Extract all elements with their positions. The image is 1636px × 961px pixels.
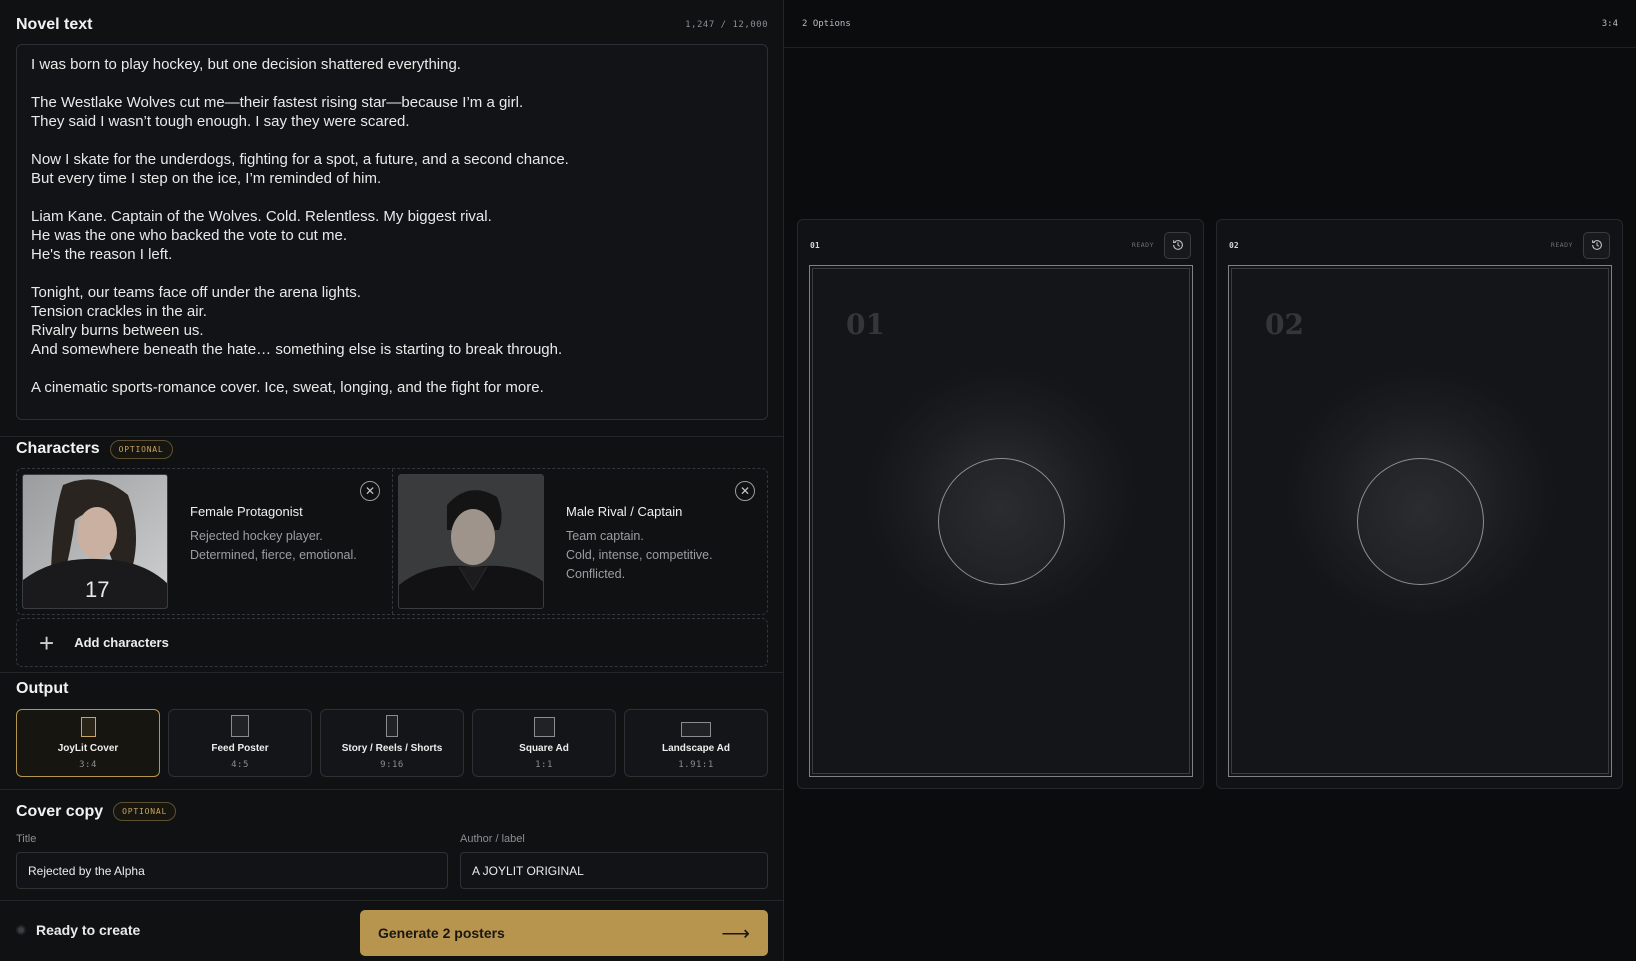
format-ratio: 1:1: [535, 760, 553, 770]
placeholder-orb: [938, 458, 1065, 585]
title-field-label: Title: [16, 833, 37, 845]
title-input[interactable]: [16, 852, 448, 889]
options-count: 2 Options: [802, 18, 851, 29]
ratio-4-5-icon: [231, 715, 249, 737]
character-counter: 1,247 / 12,000: [685, 20, 768, 30]
divider: [0, 789, 784, 790]
poster-status: READY: [1550, 241, 1573, 249]
generate-label: Generate 2 posters: [378, 925, 505, 941]
plus-icon: +: [39, 627, 55, 658]
cover-copy-header: Cover copy OPTIONAL: [16, 802, 177, 821]
generate-button[interactable]: Generate 2 posters ⟶: [360, 910, 768, 956]
close-icon: ✕: [364, 484, 376, 498]
poster-option-card[interactable]: 02 READY 02: [1216, 219, 1623, 789]
character-name: Female Protagonist: [190, 504, 303, 519]
status-dot: [16, 925, 26, 935]
poster-number: 01: [810, 240, 820, 250]
placeholder-orb: [1357, 458, 1484, 585]
history-icon: [1172, 240, 1183, 250]
poster-header: 01 READY: [810, 231, 1191, 259]
character-portrait-female: 17: [22, 474, 168, 609]
characters-list: 17 Female Protagonist Rejected hockey pl…: [16, 468, 768, 615]
ratio-landscape-icon: [681, 722, 711, 737]
jersey-number: 17: [85, 577, 109, 602]
preview-ratio: 3:4: [1601, 18, 1618, 29]
novel-textarea[interactable]: I was born to play hockey, but one decis…: [16, 44, 768, 420]
format-option-square-ad[interactable]: Square Ad 1:1: [472, 709, 616, 777]
arrow-right-icon: ⟶: [721, 922, 750, 945]
close-icon: ✕: [739, 484, 751, 498]
history-button[interactable]: [1583, 231, 1610, 259]
poster-header: 02 READY: [1229, 231, 1610, 259]
preview-header: 2 Options 3:4: [784, 0, 1636, 48]
cover-copy-title: Cover copy: [16, 802, 104, 820]
characters-header: Characters OPTIONAL: [16, 438, 173, 460]
format-label: Square Ad: [519, 743, 569, 754]
format-label: Feed Poster: [211, 743, 269, 754]
character-info: Male Rival / Captain Team captain. Cold,…: [544, 474, 713, 609]
poster-watermark-number: 01: [846, 308, 885, 341]
character-description: Team captain. Cold, intense, competitive…: [566, 529, 713, 581]
remove-character-button[interactable]: ✕: [360, 481, 380, 501]
character-description: Rejected hockey player. Determined, fier…: [190, 529, 357, 562]
format-option-joylit-cover[interactable]: JoyLit Cover 3:4: [16, 709, 160, 777]
character-card[interactable]: Male Rival / Captain Team captain. Cold,…: [392, 469, 767, 614]
format-label: Story / Reels / Shorts: [341, 743, 443, 754]
ratio-9-16-icon: [386, 715, 398, 737]
format-ratio: 9:16: [380, 760, 404, 770]
character-card[interactable]: 17 Female Protagonist Rejected hockey pl…: [17, 469, 392, 614]
history-button[interactable]: [1164, 231, 1191, 259]
status-label: Ready to create: [36, 922, 141, 938]
editor-panel: Novel text 1,247 / 12,000 I was born to …: [0, 0, 784, 961]
character-name: Male Rival / Captain: [566, 504, 683, 519]
format-label: JoyLit Cover: [57, 743, 119, 754]
optional-badge: OPTIONAL: [113, 802, 177, 821]
poster-canvas: 01: [809, 265, 1193, 777]
output-format-options: JoyLit Cover 3:4 Feed Poster 4:5 Story /…: [16, 709, 768, 777]
preview-panel: 2 Options 3:4 01 READY 01 02 READY 02: [784, 0, 1636, 961]
add-characters-button[interactable]: + Add characters: [16, 618, 768, 667]
poster-controls: READY: [1131, 231, 1191, 259]
divider: [0, 436, 784, 437]
format-ratio: 4:5: [231, 760, 249, 770]
poster-watermark-number: 02: [1265, 308, 1304, 341]
character-info: Female Protagonist Rejected hockey playe…: [168, 474, 357, 609]
poster-number: 02: [1229, 240, 1239, 250]
author-field-label: Author / label: [460, 833, 525, 845]
divider: [0, 900, 784, 901]
poster-canvas: 02: [1228, 265, 1612, 777]
characters-title: Characters: [16, 440, 100, 457]
remove-character-button[interactable]: ✕: [735, 481, 755, 501]
poster-status: READY: [1131, 241, 1154, 249]
author-input[interactable]: [460, 852, 768, 889]
optional-badge: OPTIONAL: [109, 439, 173, 459]
status-indicator: Ready to create: [16, 922, 140, 938]
ratio-3-4-icon: [80, 717, 96, 737]
format-ratio: 1.91:1: [678, 760, 714, 770]
character-portrait-male: [398, 474, 544, 609]
poster-controls: READY: [1550, 231, 1610, 259]
format-option-story[interactable]: Story / Reels / Shorts 9:16: [320, 709, 464, 777]
novel-title: Novel text: [16, 16, 93, 33]
divider: [0, 672, 784, 673]
history-icon: [1591, 240, 1602, 250]
format-label: Landscape Ad: [662, 743, 730, 754]
ratio-1-1-icon: [533, 717, 555, 737]
format-ratio: 3:4: [79, 760, 97, 770]
poster-option-card[interactable]: 01 READY 01: [797, 219, 1204, 789]
output-title: Output: [16, 680, 69, 697]
novel-header: Novel text 1,247 / 12,000: [16, 14, 768, 36]
format-option-landscape-ad[interactable]: Landscape Ad 1.91:1: [624, 709, 768, 777]
app: Novel text 1,247 / 12,000 I was born to …: [0, 0, 1636, 961]
format-option-feed-poster[interactable]: Feed Poster 4:5: [168, 709, 312, 777]
add-characters-label: Add characters: [74, 635, 169, 650]
